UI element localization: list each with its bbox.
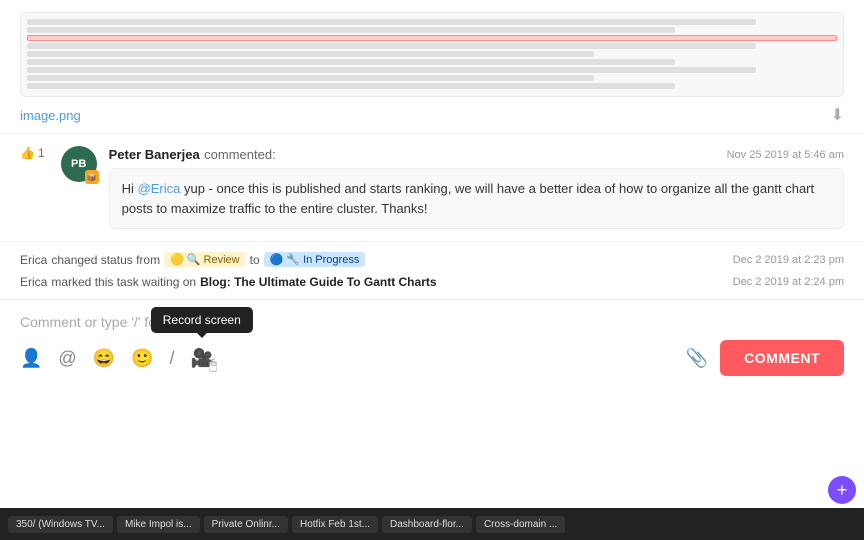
- attach-icon[interactable]: 📎: [686, 348, 708, 369]
- taskbar-item-5[interactable]: Cross-domain ...: [476, 516, 565, 533]
- activity-actor-2: Erica: [20, 275, 47, 289]
- taskbar: 350/ (Windows TV... Mike Impol is... Pri…: [0, 508, 864, 540]
- activity-text-1: Erica changed status from 🟡 🔍 Review to …: [20, 252, 365, 267]
- comment-button[interactable]: COMMENT: [720, 340, 844, 376]
- comment-input[interactable]: Comment or type '/' for commands: [20, 310, 844, 340]
- activity-link[interactable]: Blog: The Ultimate Guide To Gantt Charts: [200, 275, 436, 289]
- comment-author: Peter Banerjea: [109, 147, 200, 162]
- taskbar-item-0[interactable]: 350/ (Windows TV...: [8, 516, 113, 533]
- comment-body: Peter Banerjea commented: Nov 25 2019 at…: [109, 146, 844, 229]
- activity-time-2: Dec 2 2019 at 2:24 pm: [733, 276, 844, 288]
- taskbar-item-2[interactable]: Private Onlinr...: [204, 516, 288, 533]
- activity-actor-1: Erica: [20, 253, 47, 267]
- comment-content: Hi @Erica yup - once this is published a…: [109, 168, 844, 229]
- avatar-badge: 📦: [85, 170, 99, 184]
- main-container: image.png ⬇ 👍 1 PB 📦 Peter Ba: [0, 0, 864, 540]
- comment-mention[interactable]: @Erica: [138, 181, 181, 196]
- comment-timestamp: Nov 25 2019 at 5:46 am: [727, 149, 844, 161]
- status-to: 🔵 🔧 In Progress: [264, 252, 366, 267]
- input-toolbar: 👤 @ 😄 🙂 / Record screen 🎥 🖱 📎 COMMENT: [20, 340, 844, 376]
- comment-section: 👍 1 PB 📦 Peter Banerjea commented: Nov 2…: [0, 134, 864, 242]
- activity-text-2: Erica marked this task waiting on Blog: …: [20, 275, 437, 289]
- comment-text-after: yup - once this is published and starts …: [122, 181, 814, 216]
- status-from: 🟡 🔍 Review: [164, 252, 246, 267]
- emoji-icon[interactable]: 😄: [93, 348, 115, 369]
- activity-row-1: Erica changed status from 🟡 🔍 Review to …: [20, 248, 844, 271]
- comment-item: 👍 1 PB 📦 Peter Banerjea commented: Nov 2…: [20, 146, 844, 229]
- download-icon[interactable]: ⬇: [831, 105, 844, 125]
- image-section: image.png ⬇: [0, 0, 864, 134]
- activity-section: Erica changed status from 🟡 🔍 Review to …: [0, 242, 864, 299]
- comment-text-before: Hi: [122, 181, 138, 196]
- image-filename[interactable]: image.png: [20, 108, 81, 123]
- fab-button[interactable]: +: [828, 476, 856, 504]
- image-preview: [20, 12, 844, 97]
- image-filename-row: image.png ⬇: [20, 105, 844, 125]
- avatar-initials: PB: [71, 158, 86, 170]
- activity-row-2: Erica marked this task waiting on Blog: …: [20, 271, 844, 293]
- taskbar-item-4[interactable]: Dashboard-flor...: [382, 516, 472, 533]
- taskbar-item-1[interactable]: Mike Impol is...: [117, 516, 200, 533]
- like-button[interactable]: 👍 1: [20, 146, 45, 160]
- comment-header: Peter Banerjea commented: Nov 25 2019 at…: [109, 146, 844, 164]
- comment-author-line: Peter Banerjea commented:: [109, 146, 276, 164]
- smiley-icon[interactable]: 🙂: [131, 348, 153, 369]
- comment-left: 👍 1 PB 📦: [20, 146, 97, 182]
- mention-people-icon[interactable]: 👤: [20, 348, 42, 369]
- slash-command-icon[interactable]: /: [170, 348, 175, 369]
- activity-time-1: Dec 2 2019 at 2:23 pm: [733, 254, 844, 266]
- taskbar-item-3[interactable]: Hotfix Feb 1st...: [292, 516, 378, 533]
- at-mention-icon[interactable]: @: [58, 348, 76, 369]
- activity-to-word: to: [250, 253, 260, 267]
- record-screen-button[interactable]: Record screen 🎥 🖱: [191, 348, 213, 369]
- activity-action-1: changed status from: [51, 253, 160, 267]
- like-count: 1: [38, 146, 45, 160]
- input-section: Comment or type '/' for commands 👤 @ 😄 🙂…: [0, 299, 864, 384]
- avatar: PB 📦: [61, 146, 97, 182]
- comment-action: commented:: [204, 147, 276, 162]
- toolbar-left: 👤 @ 😄 🙂 / Record screen 🎥 🖱: [20, 348, 213, 369]
- cursor-icon: 🖱: [209, 356, 217, 373]
- toolbar-right: 📎 COMMENT: [686, 340, 844, 376]
- record-tooltip: Record screen: [151, 307, 253, 333]
- activity-action-2: marked this task waiting on: [51, 275, 196, 289]
